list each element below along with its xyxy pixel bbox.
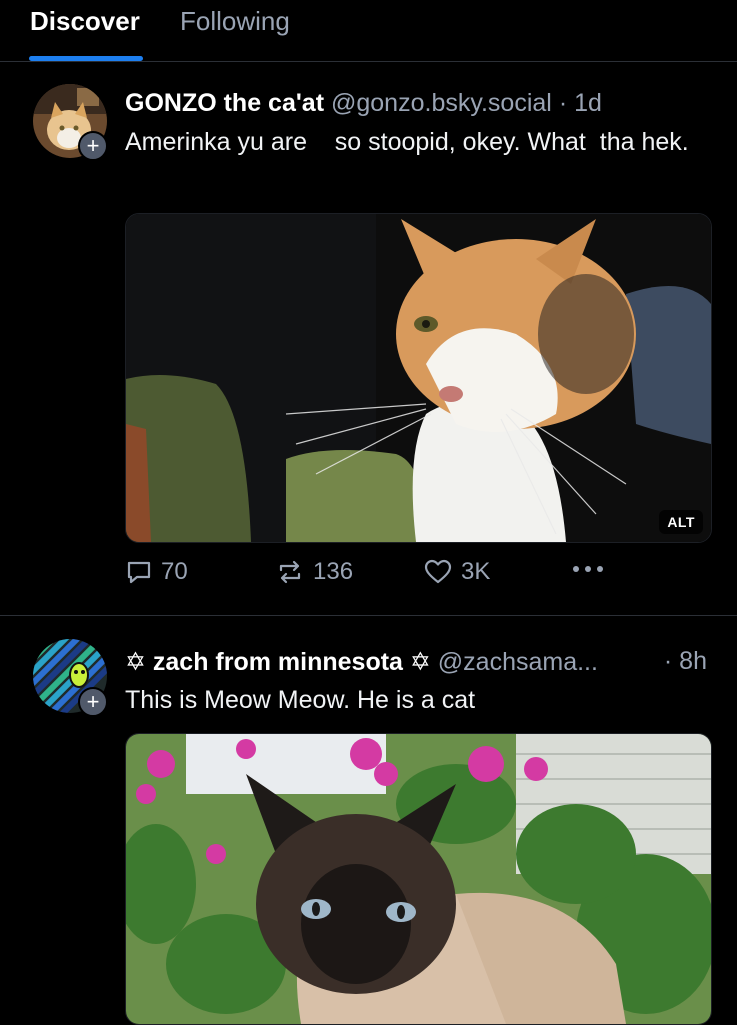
repost-button[interactable]: 136 [275, 558, 353, 586]
repost-icon [279, 560, 301, 584]
author-name[interactable]: GONZO the ca'at [125, 89, 324, 117]
reply-button[interactable]: 70 [125, 558, 188, 586]
post-actions: 70 136 3K [125, 558, 710, 592]
more-options-button[interactable] [572, 564, 604, 574]
author-handle[interactable]: @gonzo.bsky.social [331, 89, 552, 117]
tab-following[interactable]: Following [180, 6, 290, 37]
heart-icon [424, 559, 452, 584]
follow-plus-icon[interactable]: + [78, 131, 108, 161]
post-text: This is Meow Meow. He is a cat [125, 686, 476, 714]
more-icon [573, 566, 603, 572]
author-handle[interactable]: @zachsama... [438, 648, 598, 676]
siamese-cat-photo [126, 734, 711, 1024]
author-name[interactable]: ✡ zach from minnesota ✡ [125, 648, 431, 676]
feed-tabs: Discover Following [0, 0, 737, 62]
post-header: GONZO the ca'at @gonzo.bsky.social · 1d [125, 89, 602, 118]
like-button[interactable]: 3K [423, 558, 490, 586]
reply-count: 70 [161, 558, 188, 585]
reply-icon [127, 561, 151, 584]
post-time: · 8h [663, 647, 707, 675]
post-header: ✡ zach from minnesota ✡ @zachsama... [125, 647, 598, 677]
like-count: 3K [461, 558, 491, 585]
alt-text-badge[interactable]: ALT [659, 510, 703, 534]
repost-count: 136 [313, 558, 354, 585]
feed-post[interactable]: + ✡ zach from minnesota ✡ @zachsama... ·… [0, 617, 737, 1025]
post-text: Amerinka yu are so stoopid, okey. What t… [125, 128, 689, 156]
orange-cat-photo [126, 214, 711, 542]
post-image[interactable]: ALT [125, 213, 712, 543]
tab-discover[interactable]: Discover [30, 6, 140, 37]
feed-post[interactable]: + GONZO the ca'at @gonzo.bsky.social · 1… [0, 63, 737, 616]
post-image[interactable] [125, 733, 712, 1025]
active-tab-indicator [29, 56, 143, 61]
post-time: · 1d [558, 89, 602, 117]
follow-plus-icon[interactable]: + [78, 687, 108, 717]
